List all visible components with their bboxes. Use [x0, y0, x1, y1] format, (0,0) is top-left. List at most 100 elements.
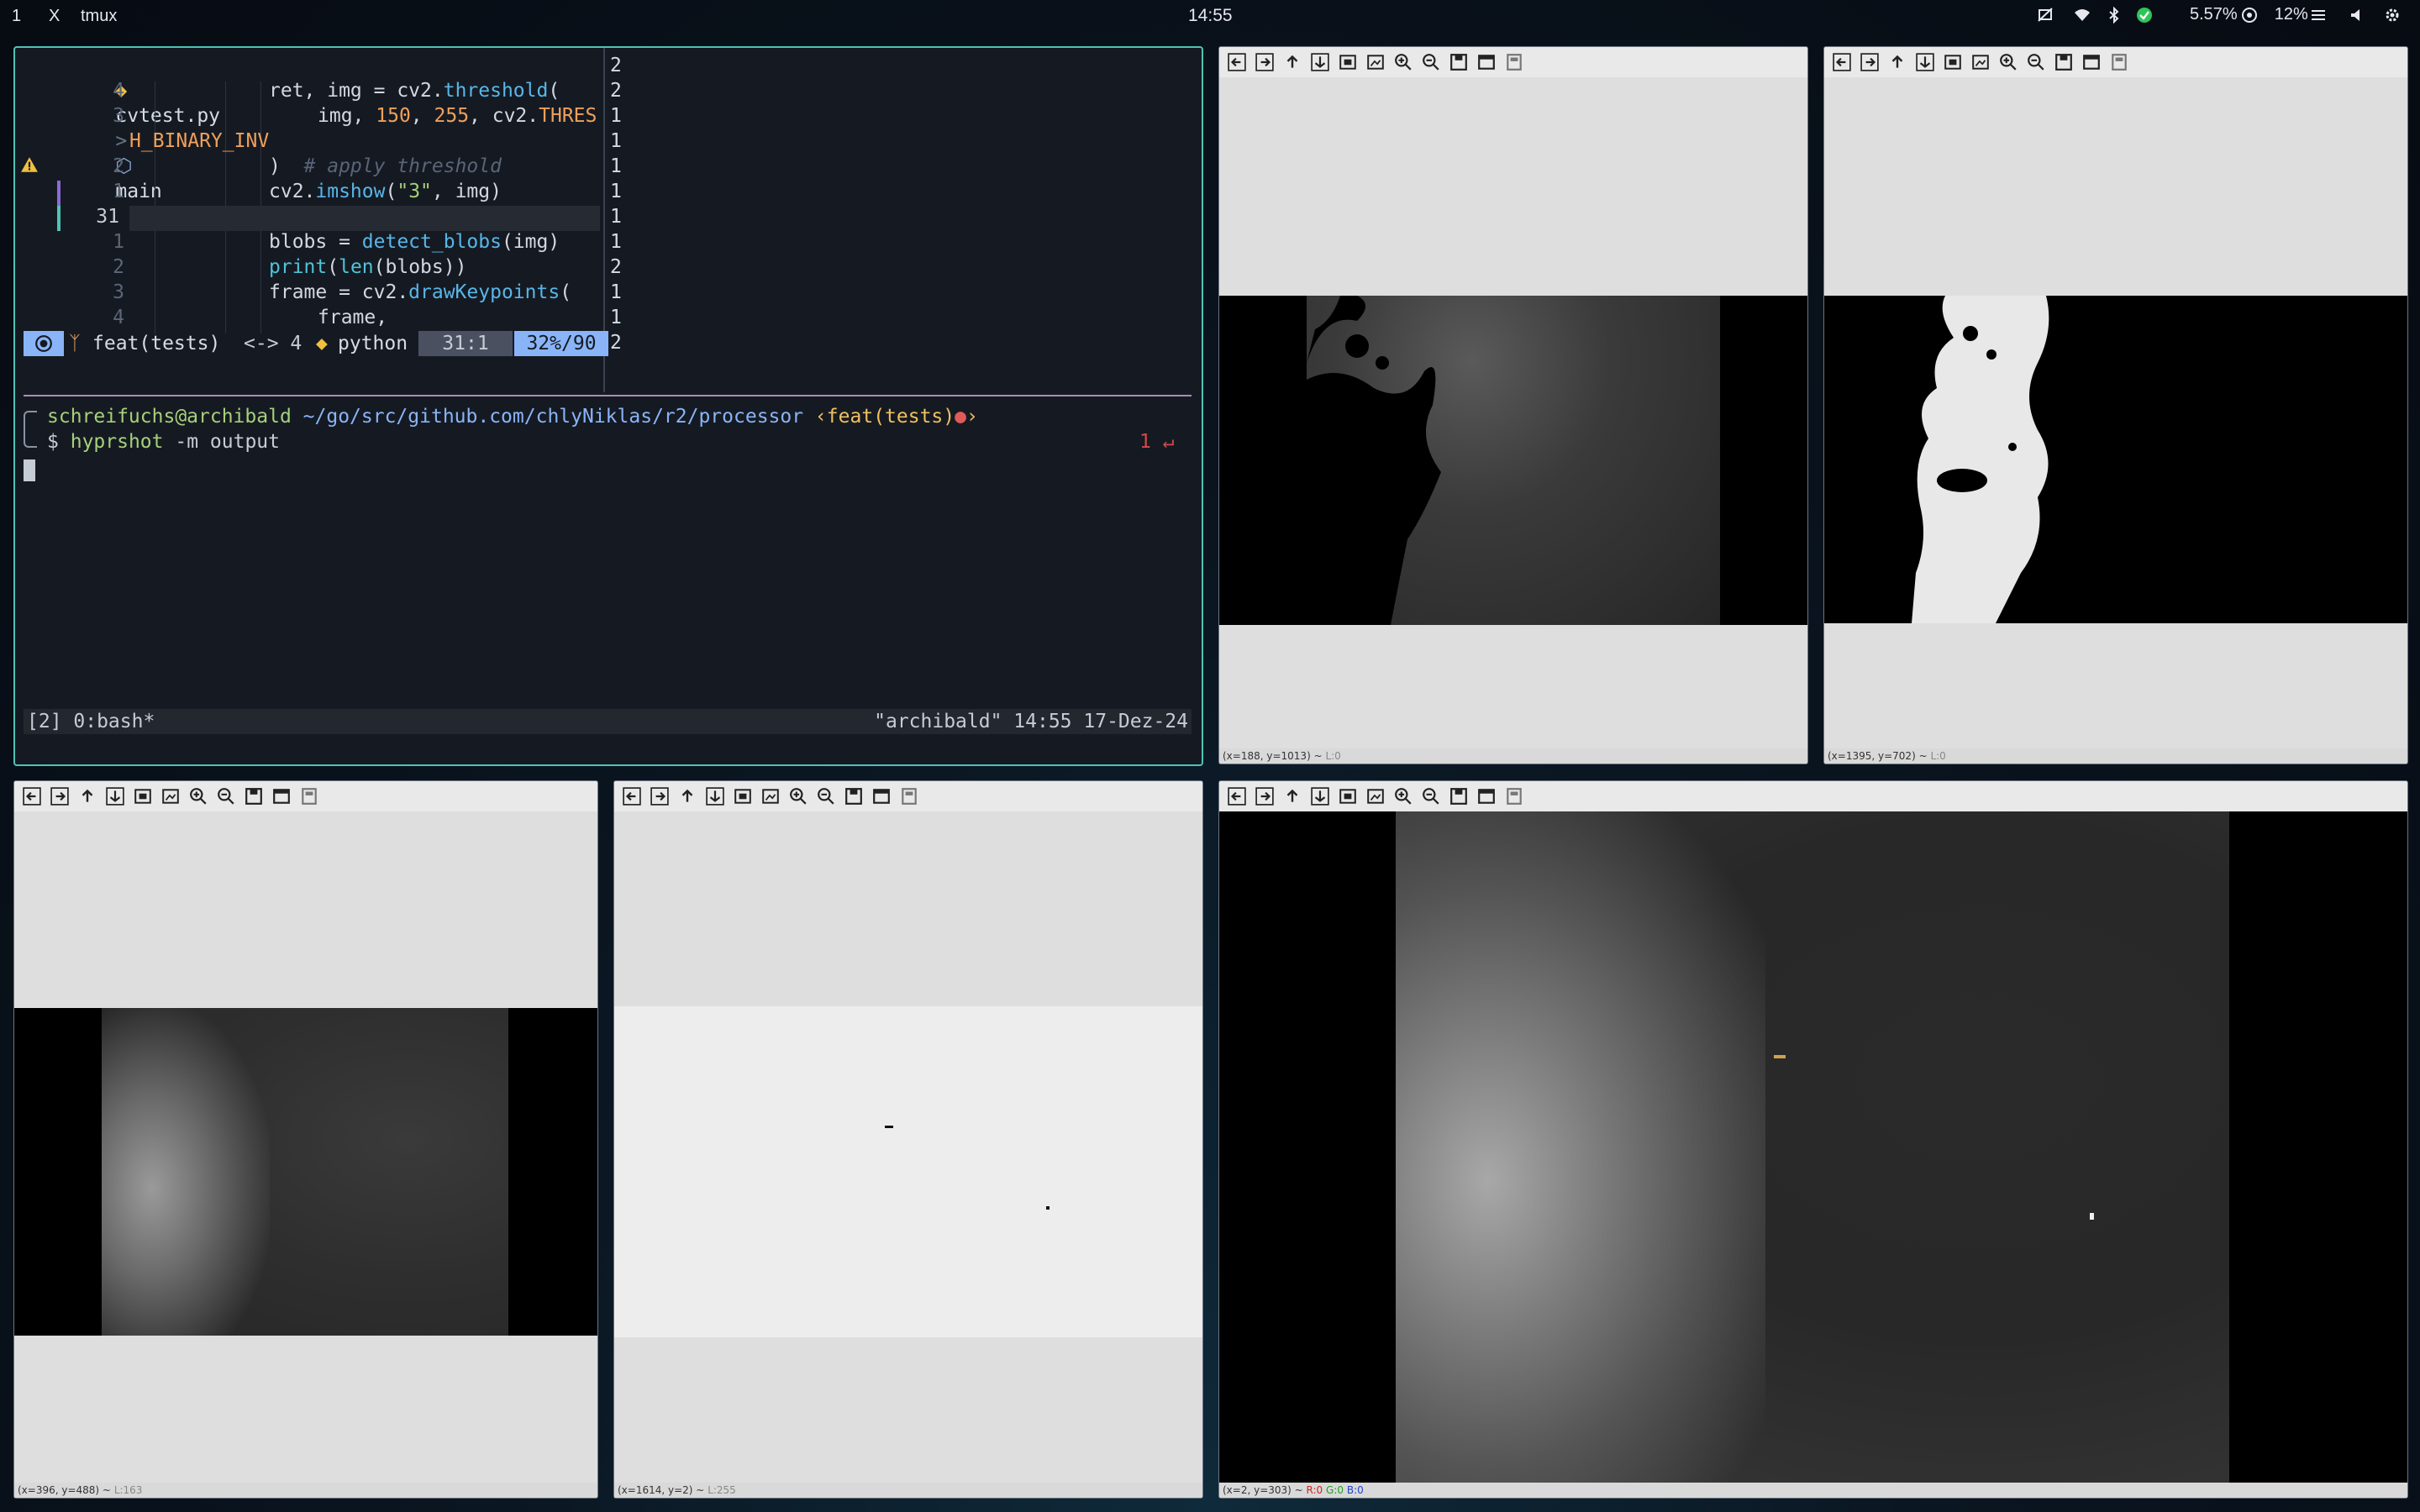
arrow-right-icon[interactable]	[1252, 784, 1277, 809]
save-icon[interactable]	[2051, 50, 2076, 75]
zoom-original-icon[interactable]	[1363, 784, 1388, 809]
save-icon[interactable]	[241, 784, 266, 809]
zoom-in-icon[interactable]	[1391, 50, 1416, 75]
tmux-window-list[interactable]: [2] 0:bash*	[27, 709, 155, 734]
zoom-original-icon[interactable]	[158, 784, 183, 809]
arrow-down-icon[interactable]	[1307, 50, 1333, 75]
code-line[interactable]: print(len(blobs))	[269, 255, 466, 280]
arrow-up-icon[interactable]	[1280, 50, 1305, 75]
code-line[interactable]: blobs = detect_blobs(img)	[269, 229, 560, 255]
settings-icon[interactable]	[897, 784, 922, 809]
warning-icon[interactable]	[20, 155, 45, 181]
zoom-out-icon[interactable]	[813, 784, 839, 809]
zoom-in-icon[interactable]	[786, 784, 811, 809]
zoom-fit-icon[interactable]	[730, 784, 755, 809]
arrow-up-icon[interactable]	[1885, 50, 1910, 75]
menu-icon[interactable]	[2310, 7, 2327, 24]
close-window-button[interactable]: X	[49, 7, 60, 26]
battery-icon[interactable]	[2241, 7, 2258, 24]
speaker-icon[interactable]	[2349, 7, 2365, 24]
statusline-language[interactable]: python	[338, 331, 408, 356]
zoom-fit-icon[interactable]	[1940, 50, 1965, 75]
bluetooth-icon[interactable]	[2106, 6, 2123, 24]
zoom-original-icon[interactable]	[1363, 50, 1388, 75]
breadcrumb-filename[interactable]: cvtest.py	[115, 105, 220, 127]
zoom-out-icon[interactable]	[1418, 50, 1444, 75]
settings-icon[interactable]	[297, 784, 322, 809]
properties-icon[interactable]	[269, 784, 294, 809]
settings-icon[interactable]	[1502, 784, 1527, 809]
image-canvas[interactable]	[614, 1006, 1202, 1337]
save-icon[interactable]	[841, 784, 866, 809]
image-padding-top	[1824, 77, 2407, 296]
arrow-up-icon[interactable]	[75, 784, 100, 809]
arrow-down-icon[interactable]	[702, 784, 728, 809]
arrow-left-icon[interactable]	[1224, 784, 1249, 809]
image-window-4[interactable]: (x=1614, y=2) ~ L:255	[613, 780, 1203, 1499]
settings-icon[interactable]	[2107, 50, 2132, 75]
notifications-off-icon[interactable]	[2037, 7, 2054, 24]
save-icon[interactable]	[1446, 50, 1471, 75]
statusline-branch[interactable]: feat(tests)	[92, 331, 220, 356]
update-check-icon[interactable]	[2136, 7, 2153, 24]
git-add-marker	[57, 206, 60, 231]
image-padding-top	[1219, 77, 1807, 296]
code-line[interactable]: frame = cv2.drawKeypoints(	[269, 280, 571, 305]
shell-command-line[interactable]: $ hyprshot -m output	[47, 429, 280, 454]
zoom-in-icon[interactable]	[186, 784, 211, 809]
arrow-up-icon[interactable]	[675, 784, 700, 809]
zoom-fit-icon[interactable]	[1335, 50, 1360, 75]
code-line[interactable]: ) # apply threshold	[269, 154, 502, 179]
settings-icon[interactable]	[1502, 50, 1527, 75]
code-line-wrap[interactable]: H_BINARY_INV	[129, 129, 269, 154]
line-number: 2	[113, 256, 124, 278]
zoom-original-icon[interactable]	[1968, 50, 1993, 75]
zoom-fit-icon[interactable]	[1335, 784, 1360, 809]
arrow-left-icon[interactable]	[19, 784, 45, 809]
arrow-right-icon[interactable]	[47, 784, 72, 809]
terminal-window[interactable]: ◆ cvtest.py > ⬡ main 4 3 2 1 31 1 2 3 4 …	[13, 46, 1203, 766]
arrow-right-icon[interactable]	[1252, 50, 1277, 75]
black-blob-overlay	[1307, 296, 1441, 625]
image-canvas[interactable]	[1219, 811, 2407, 1483]
arrow-right-icon[interactable]	[1857, 50, 1882, 75]
zoom-out-icon[interactable]	[2023, 50, 2049, 75]
arrow-up-icon[interactable]	[1280, 784, 1305, 809]
image-window-5[interactable]: (x=2, y=303) ~ R:0 G:0 B:0	[1218, 780, 2408, 1499]
arrow-left-icon[interactable]	[1224, 50, 1249, 75]
statusline-indent[interactable]: <-> 4	[244, 331, 302, 356]
workspace-indicator[interactable]: 1	[12, 7, 21, 26]
pane-split-line[interactable]	[24, 395, 1192, 396]
image-canvas[interactable]	[1219, 296, 1807, 625]
code-line[interactable]: frame,	[318, 305, 387, 330]
properties-icon[interactable]	[1474, 50, 1499, 75]
image-window-3[interactable]: (x=396, y=488) ~ L:163	[13, 780, 598, 1499]
arrow-down-icon[interactable]	[1307, 784, 1333, 809]
save-icon[interactable]	[1446, 784, 1471, 809]
zoom-in-icon[interactable]	[1391, 784, 1416, 809]
arrow-right-icon[interactable]	[647, 784, 672, 809]
zoom-original-icon[interactable]	[758, 784, 783, 809]
zoom-fit-icon[interactable]	[130, 784, 155, 809]
zoom-out-icon[interactable]	[213, 784, 239, 809]
properties-icon[interactable]	[869, 784, 894, 809]
editor-statusline: ᛉ feat(tests) <-> 4 ◆ python 31:1 32%/90	[24, 331, 608, 356]
image-window-2[interactable]: (x=1395, y=702) ~ L:0	[1823, 46, 2408, 764]
zoom-out-icon[interactable]	[1418, 784, 1444, 809]
image-canvas[interactable]	[1824, 296, 2407, 623]
arrow-left-icon[interactable]	[619, 784, 644, 809]
wifi-icon[interactable]	[2074, 7, 2091, 24]
properties-icon[interactable]	[1474, 784, 1499, 809]
code-line[interactable]: img, 150, 255, cv2.THRES	[318, 103, 597, 129]
arrow-left-icon[interactable]	[1829, 50, 1854, 75]
zoom-in-icon[interactable]	[1996, 50, 2021, 75]
arrow-down-icon[interactable]	[103, 784, 128, 809]
settings-icon[interactable]	[2384, 7, 2401, 24]
properties-icon[interactable]	[2079, 50, 2104, 75]
code-line[interactable]: cv2.imshow("3", img)	[269, 179, 502, 204]
arrow-down-icon[interactable]	[1912, 50, 1938, 75]
image-canvas[interactable]	[14, 1008, 597, 1336]
image-window-1[interactable]: (x=188, y=1013) ~ L:0	[1218, 46, 1808, 764]
code-line[interactable]: ret, img = cv2.threshold(	[269, 78, 560, 103]
image-status-bar: (x=188, y=1013) ~ L:0	[1219, 748, 1807, 764]
